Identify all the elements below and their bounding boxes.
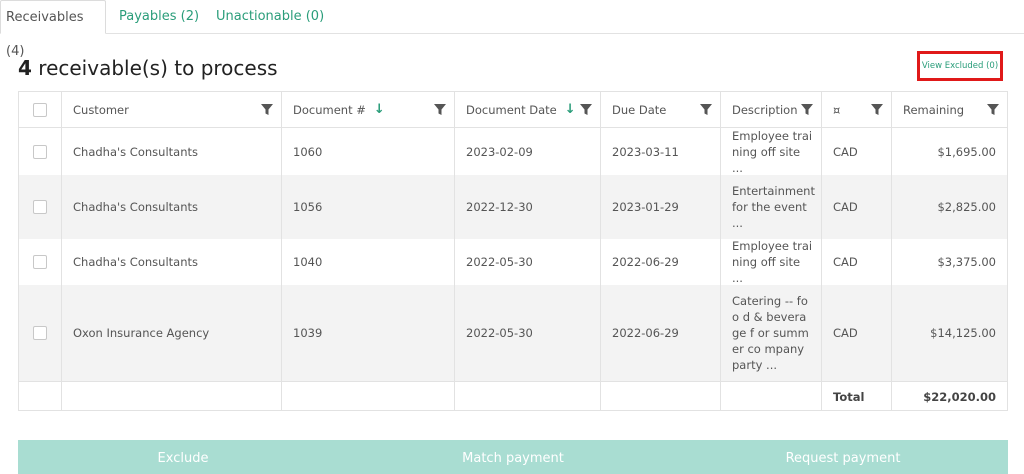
row-select-cell — [19, 175, 62, 239]
row-select-cell — [19, 239, 62, 285]
row-select-cell — [19, 128, 62, 175]
header-currency-label: ¤ — [833, 102, 841, 117]
table-row[interactable]: Chadha's Consultants 1056 2022-12-30 202… — [19, 175, 1007, 239]
receivables-table: Customer Document # ↓ Document Date ↓ Du… — [18, 91, 1008, 411]
total-empty-cell — [721, 382, 822, 411]
cell-document-date: 2022-05-30 — [455, 239, 601, 285]
header-remaining-label: Remaining — [903, 102, 965, 117]
cell-currency: CAD — [822, 239, 892, 285]
cell-remaining: $14,125.00 — [930, 326, 996, 340]
cell-currency: CAD — [822, 285, 892, 381]
header-currency[interactable]: ¤ — [822, 92, 892, 127]
cell-customer: Chadha's Consultants — [62, 128, 282, 175]
total-empty-cell — [455, 382, 601, 411]
cell-due-date: 2022-06-29 — [601, 285, 721, 381]
sort-down-arrow-icon[interactable]: ↓ — [565, 102, 576, 117]
header-due-date[interactable]: Due Date — [601, 92, 721, 127]
cell-description: Catering -- foo d & beverage f or summer… — [721, 285, 822, 381]
cell-description: Entertainment for the event ... — [721, 175, 822, 239]
total-empty-cell — [601, 382, 721, 411]
cell-due-date: 2023-03-11 — [601, 128, 721, 175]
tab-payables[interactable]: Payables (2) — [114, 0, 204, 34]
table-header: Customer Document # ↓ Document Date ↓ Du… — [19, 92, 1007, 128]
total-label: Total — [822, 382, 892, 411]
sort-down-arrow-icon[interactable]: ↓ — [374, 102, 385, 117]
cell-due-date: 2023-01-29 — [601, 175, 721, 239]
header-document-date-label: Document Date — [466, 102, 557, 117]
cell-description: Employee trai ning off site ... — [721, 239, 822, 285]
action-bar: Exclude Match payment Request payment — [18, 440, 1008, 474]
header-description-label: Description — [732, 102, 798, 117]
view-excluded-link[interactable]: View Excluded (0) — [917, 51, 1003, 81]
tab-bar: Receivables (4) Payables (2) Unactionabl… — [0, 0, 1024, 59]
cell-description: Employee trai ning off site ... — [721, 128, 822, 175]
cell-remaining: $3,375.00 — [937, 255, 996, 269]
cell-customer: Chadha's Consultants — [62, 239, 282, 285]
header-description[interactable]: Description — [721, 92, 822, 127]
total-empty-cell — [62, 382, 282, 411]
cell-due-date: 2022-06-29 — [601, 239, 721, 285]
row-select-cell — [19, 285, 62, 381]
header-select-cell — [19, 92, 62, 127]
row-checkbox[interactable] — [33, 144, 47, 159]
row-checkbox[interactable] — [33, 255, 47, 269]
cell-document-date: 2022-12-30 — [455, 175, 601, 239]
row-checkbox[interactable] — [33, 200, 47, 214]
total-value: $22,020.00 — [923, 389, 996, 404]
tab-receivables[interactable]: Receivables (4) — [0, 0, 106, 59]
table-row[interactable]: Chadha's Consultants 1060 2023-02-09 202… — [19, 128, 1007, 175]
cell-currency: CAD — [822, 128, 892, 175]
total-empty-cell — [19, 382, 62, 411]
cell-document: 1040 — [282, 239, 455, 285]
header-customer-label: Customer — [73, 102, 129, 117]
cell-customer: Chadha's Consultants — [62, 175, 282, 239]
match-payment-button[interactable]: Match payment — [348, 440, 678, 474]
header-document-date[interactable]: Document Date ↓ — [455, 92, 601, 127]
table-row[interactable]: Chadha's Consultants 1040 2022-05-30 202… — [19, 239, 1007, 285]
exclude-button[interactable]: Exclude — [18, 440, 348, 474]
cell-document: 1060 — [282, 128, 455, 175]
row-checkbox[interactable] — [33, 326, 47, 340]
cell-document-date: 2023-02-09 — [455, 128, 601, 175]
table-row[interactable]: Oxon Insurance Agency 1039 2022-05-30 20… — [19, 285, 1007, 381]
header-customer[interactable]: Customer — [62, 92, 282, 127]
receivable-count: 4 — [18, 56, 32, 80]
header-due-date-label: Due Date — [612, 102, 667, 117]
total-row: Total $22,020.00 — [19, 381, 1007, 411]
cell-document-date: 2022-05-30 — [455, 285, 601, 381]
header-document[interactable]: Document # ↓ — [282, 92, 455, 127]
page-title-text: receivable(s) to process — [38, 56, 278, 80]
total-empty-cell — [282, 382, 455, 411]
tab-unactionable[interactable]: Unactionable (0) — [211, 0, 329, 34]
cell-remaining: $1,695.00 — [937, 144, 996, 159]
cell-currency: CAD — [822, 175, 892, 239]
select-all-checkbox[interactable] — [33, 102, 47, 117]
page-title: 4 receivable(s) to process — [18, 56, 278, 80]
cell-remaining: $2,825.00 — [937, 200, 996, 214]
request-payment-button[interactable]: Request payment — [678, 440, 1008, 474]
header-remaining[interactable]: Remaining — [892, 92, 1007, 127]
cell-document: 1039 — [282, 285, 455, 381]
cell-document: 1056 — [282, 175, 455, 239]
cell-customer: Oxon Insurance Agency — [62, 285, 282, 381]
header-document-label: Document # — [293, 102, 366, 117]
